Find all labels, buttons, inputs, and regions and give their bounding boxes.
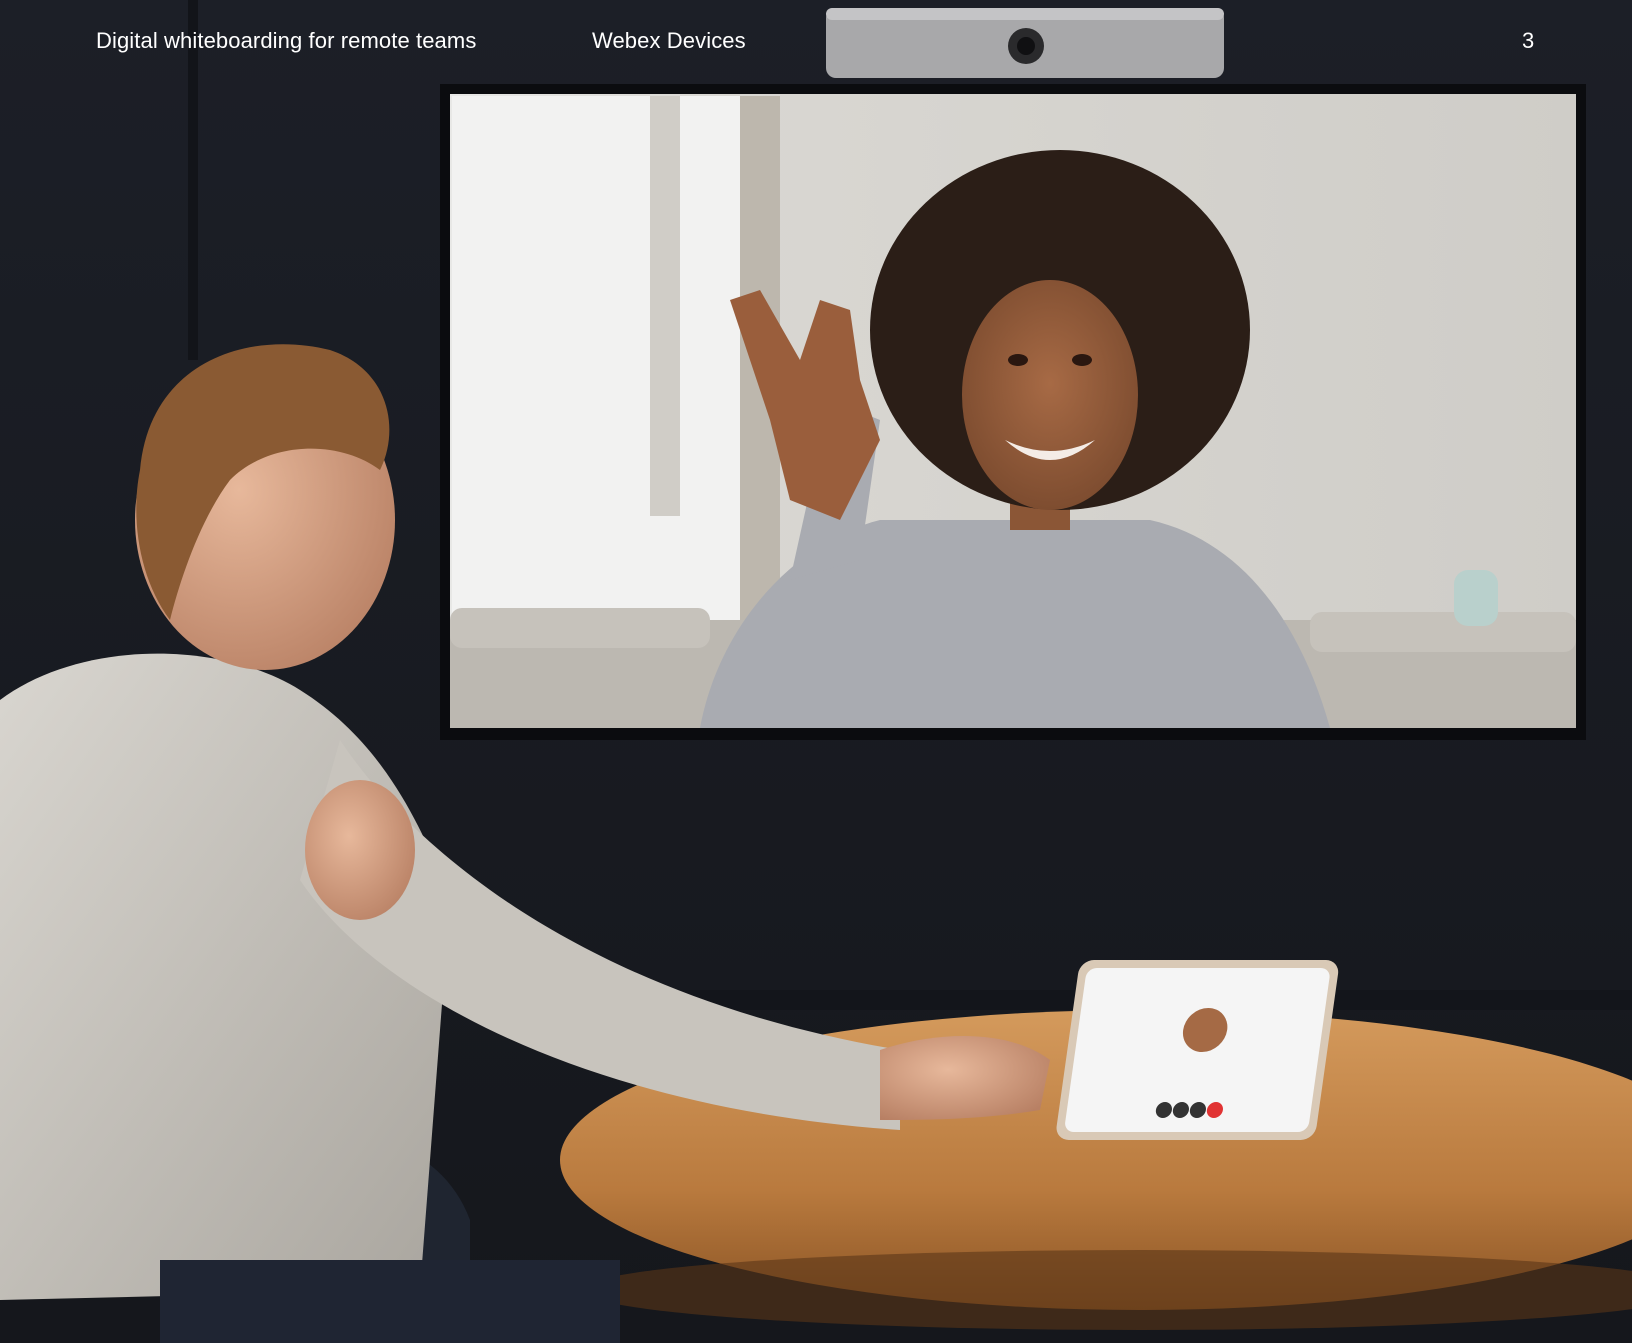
document-title: Digital whiteboarding for remote teams: [96, 28, 477, 53]
page-number: 3: [1522, 28, 1535, 53]
meeting-room-photo: [0, 0, 1632, 1343]
page-header: Digital whiteboarding for remote teams W…: [0, 0, 1632, 80]
section-title: Webex Devices: [592, 28, 746, 53]
